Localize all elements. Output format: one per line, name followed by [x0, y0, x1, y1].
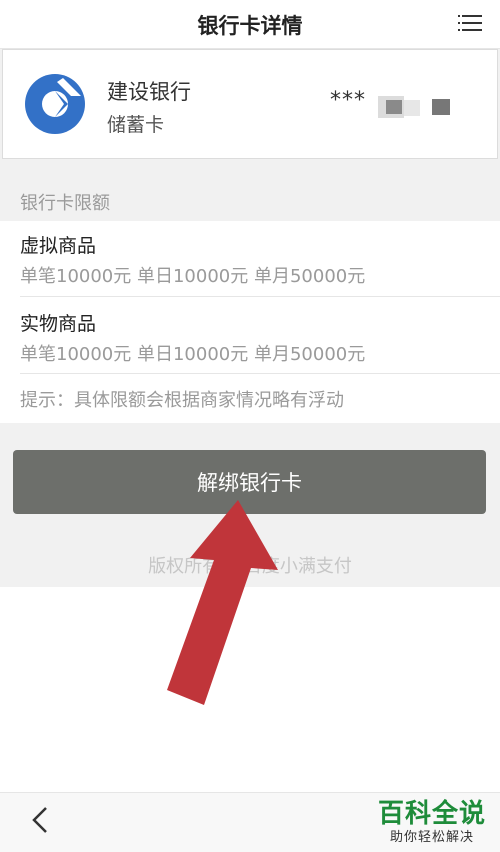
- bottom-bar: 百科全说 助你轻松解决: [0, 792, 500, 852]
- bank-name: 建设银行: [107, 80, 191, 104]
- divider: [20, 373, 500, 374]
- limit-item-detail-virtual: 单笔10000元 单日10000元 单月50000元: [20, 266, 366, 287]
- page-title: 银行卡详情: [197, 14, 303, 38]
- bank-card-panel: [2, 49, 498, 159]
- limit-item-detail-physical: 单笔10000元 单日10000元 单月50000元: [20, 344, 366, 365]
- chevron-left-icon[interactable]: [28, 805, 52, 835]
- watermark-title: 百科全说: [377, 799, 486, 829]
- masked-card-number: ***: [330, 88, 366, 113]
- limit-item-title-virtual: 虚拟商品: [20, 235, 97, 257]
- top-bar: 银行卡详情: [0, 0, 500, 49]
- list-menu-icon[interactable]: [458, 13, 482, 33]
- card-type: 储蓄卡: [107, 114, 165, 136]
- ccb-bank-logo-icon: [25, 74, 85, 134]
- blurred-digits: [432, 99, 450, 115]
- watermark-subtitle: 助你轻松解决: [389, 830, 474, 845]
- divider: [20, 296, 500, 297]
- limit-item-title-physical: 实物商品: [20, 313, 97, 335]
- blurred-digits: [404, 100, 420, 116]
- limits-section-label: 银行卡限额: [20, 193, 110, 214]
- annotation-arrow: [167, 500, 278, 705]
- limit-tip: 提示：具体限额会根据商家情况略有浮动: [20, 390, 344, 411]
- blurred-digits: [386, 100, 402, 114]
